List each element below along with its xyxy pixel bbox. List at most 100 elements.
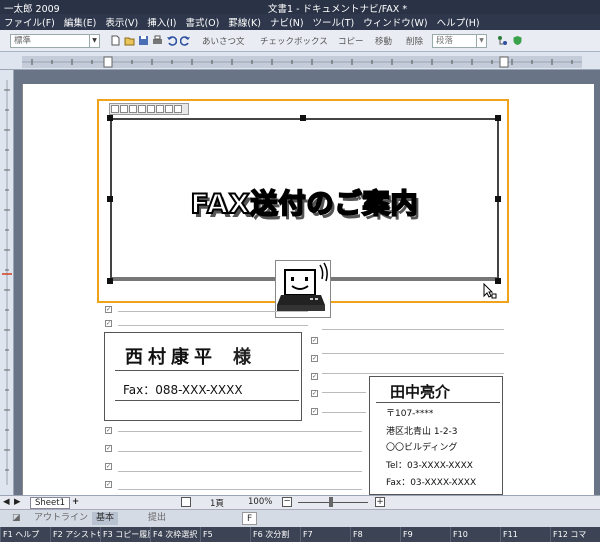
menu-edit[interactable]: 編集(E) — [58, 15, 99, 29]
mini-tool-button[interactable] — [138, 105, 146, 113]
copy-button[interactable]: コピー — [338, 35, 364, 47]
mini-tool-button[interactable] — [165, 105, 173, 113]
menu-window[interactable]: ウィンドウ(W) — [357, 15, 430, 29]
paragraph-mark: ✓ — [311, 390, 318, 397]
greeting-button[interactable]: あいさつ文 — [202, 35, 245, 47]
fkey-f12[interactable]: F12 コマ — [550, 527, 600, 542]
menu-insert[interactable]: 挿入(I) — [141, 15, 179, 29]
divider — [115, 400, 299, 401]
toolbar: 標準 ▼ あいさつ文 チェックボックス コピー 移動 削除 段落 ▼ — [0, 30, 600, 52]
page-layout-icon[interactable] — [181, 497, 191, 507]
fkey-f1[interactable]: F1 ヘルプ — [0, 527, 50, 542]
resize-handle[interactable] — [495, 115, 501, 121]
checkbox-button[interactable]: チェックボックス — [260, 35, 328, 47]
menu-view[interactable]: 表示(V) — [99, 15, 141, 29]
fkey-f10[interactable]: F10 — [450, 527, 500, 542]
form-line — [118, 325, 308, 326]
menu-navi[interactable]: ナビ(N) — [264, 15, 307, 29]
navi-icon[interactable] — [497, 35, 508, 46]
redo-icon[interactable] — [180, 35, 191, 46]
paragraph-mark: ✓ — [311, 337, 318, 344]
sender-box[interactable]: 田中亮介 〒107-**** 港区北青山 1-2-3 〇〇ビルディング Tel：… — [369, 376, 503, 495]
zoom-out-button[interactable]: − — [282, 497, 292, 507]
undo-icon[interactable] — [166, 35, 177, 46]
mini-tool-button[interactable] — [111, 105, 119, 113]
mini-tool-button[interactable] — [174, 105, 182, 113]
sheet-prev-icon[interactable]: ◀ — [3, 497, 10, 507]
fkey-f6[interactable]: F6 次分割 — [250, 527, 300, 542]
chevron-down-icon[interactable]: ▼ — [89, 35, 99, 47]
mini-tool-button[interactable] — [129, 105, 137, 113]
menu-help[interactable]: ヘルプ(H) — [431, 15, 483, 29]
sender-tel: Tel：03-XXXX-XXXX — [386, 461, 473, 471]
function-key-bar: F1 ヘルプ F2 アシスト切替 F3 コピー履歴 F4 次枠選択 F5 F6 … — [0, 527, 600, 542]
menu-format[interactable]: 書式(O) — [179, 15, 222, 29]
add-sheet-button[interactable]: + — [72, 497, 79, 507]
divider — [376, 402, 500, 403]
move-button[interactable]: 移動 — [375, 35, 392, 47]
fkey-f8[interactable]: F8 — [350, 527, 400, 542]
resize-handle[interactable] — [107, 196, 113, 202]
frame-mini-toolbar[interactable] — [109, 103, 189, 115]
vertical-ruler-scale — [2, 80, 12, 485]
title-bar: 一太郎 2009 文書1 - ドキュメントナビ/FAX * — [0, 0, 600, 15]
mode-icon[interactable]: ◪ — [8, 512, 25, 525]
new-document-icon[interactable] — [110, 35, 121, 46]
zoom-in-button[interactable]: + — [375, 497, 385, 507]
menu-ruled-lines[interactable]: 罫線(K) — [222, 15, 264, 29]
menu-tools[interactable]: ツール(T) — [307, 15, 358, 29]
chevron-down-icon[interactable]: ▼ — [476, 35, 486, 47]
paragraph-combo-value: 段落 — [436, 36, 454, 46]
fkey-f11[interactable]: F11 — [500, 527, 550, 542]
menu-bar: ファイル(F) 編集(E) 表示(V) 挿入(I) 書式(O) 罫線(K) ナビ… — [0, 14, 600, 30]
paragraph-combo[interactable]: 段落 ▼ — [432, 34, 487, 48]
resize-handle[interactable] — [495, 196, 501, 202]
submit-mode-button[interactable]: 提出 — [144, 512, 170, 525]
fax-machine-icon[interactable] — [275, 260, 331, 318]
fkey-f3[interactable]: F3 コピー履歴 — [100, 527, 150, 542]
mouse-pointer-icon — [483, 283, 497, 299]
delete-button[interactable]: 削除 — [406, 35, 423, 47]
fkey-f2[interactable]: F2 アシスト切替 — [50, 527, 100, 542]
sender-building: 〇〇ビルディング — [386, 443, 458, 453]
style-combo-value: 標準 — [14, 36, 32, 46]
resize-handle[interactable] — [107, 115, 113, 121]
fkey-f4[interactable]: F4 次枠選択 — [150, 527, 200, 542]
resize-handle[interactable] — [300, 115, 306, 121]
basic-mode-button[interactable]: 基本 — [92, 512, 119, 525]
horizontal-ruler[interactable] — [0, 52, 600, 70]
paragraph-mark: ✓ — [105, 481, 112, 488]
fkey-f5[interactable]: F5 — [200, 527, 250, 542]
zoom-level[interactable]: 100% — [248, 497, 272, 507]
zoom-slider-track[interactable] — [298, 502, 368, 503]
form-line — [322, 353, 504, 354]
open-folder-icon[interactable] — [124, 35, 135, 46]
resize-handle[interactable] — [107, 278, 113, 284]
sheet-next-icon[interactable]: ▶ — [14, 497, 21, 507]
fkey-f9[interactable]: F9 — [400, 527, 450, 542]
style-combo[interactable]: 標準 ▼ — [10, 34, 100, 48]
form-line — [118, 431, 362, 432]
print-icon[interactable] — [152, 35, 163, 46]
menu-file[interactable]: ファイル(F) — [0, 15, 58, 29]
sheet-tab[interactable]: Sheet1 — [30, 497, 70, 509]
save-icon[interactable] — [138, 35, 149, 46]
sender-fax: Fax：03-XXXX-XXXX — [386, 478, 477, 488]
ruler-scale — [22, 56, 582, 68]
fkey-f7[interactable]: F7 — [300, 527, 350, 542]
form-line — [118, 489, 362, 490]
mini-tool-button[interactable] — [147, 105, 155, 113]
mini-tool-button[interactable] — [156, 105, 164, 113]
zoom-slider-thumb[interactable] — [329, 497, 333, 507]
outline-mode-button[interactable]: アウトライン — [30, 512, 92, 525]
form-line — [322, 412, 366, 413]
sender-name: 田中亮介 — [390, 383, 451, 401]
paragraph-mark: ✓ — [105, 445, 112, 452]
mini-tool-button[interactable] — [120, 105, 128, 113]
recipient-box[interactable]: 西村康平 様 Fax：088-XXX-XXXX — [104, 332, 302, 421]
recipient-fax: Fax：088-XXX-XXXX — [123, 383, 243, 397]
vertical-ruler[interactable] — [0, 70, 14, 495]
shield-icon[interactable] — [512, 35, 523, 46]
f-key-toggle[interactable]: F — [242, 512, 258, 525]
banner-text-frame[interactable]: FAX送付のご案内 — [110, 118, 499, 281]
